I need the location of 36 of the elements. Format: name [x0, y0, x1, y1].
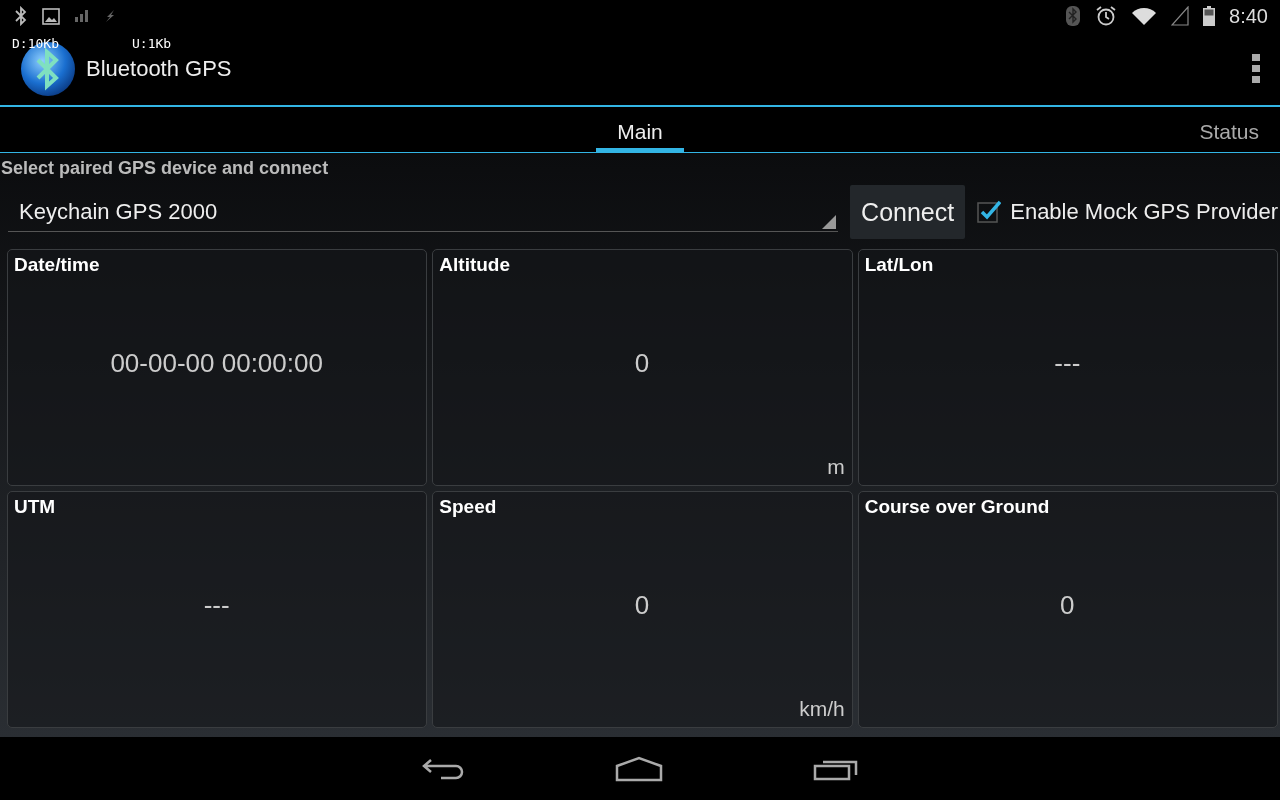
connect-button[interactable]: Connect: [850, 185, 966, 239]
panel-value: 0: [1060, 590, 1075, 621]
app-title: Bluetooth GPS: [86, 55, 232, 82]
back-icon[interactable]: [421, 756, 465, 781]
signal-icon: [74, 9, 90, 23]
alarm-clock-icon: [1095, 5, 1118, 27]
panel-title: UTM: [14, 496, 56, 518]
panel-title: Speed: [439, 496, 497, 518]
panel-value: 0: [634, 590, 650, 621]
panel-value: 0: [634, 348, 650, 379]
device-dropdown[interactable]: Keychain GPS 2000: [8, 192, 839, 232]
unit-label: m: [827, 455, 845, 479]
checkbox[interactable]: [977, 200, 1002, 224]
panel-title: Course over Ground: [864, 496, 1050, 518]
checkbox-label: Enable Mock GPS Provider: [1010, 199, 1278, 225]
upload-counter: U:1Kb: [132, 36, 172, 51]
home-icon[interactable]: [615, 755, 663, 782]
dropdown-corner-icon: [822, 215, 837, 229]
overflow-menu-icon[interactable]: [1252, 53, 1260, 84]
panel-title: Altitude: [439, 254, 511, 276]
bluetooth-icon: [1065, 5, 1082, 27]
download-counter: D:10Kb: [12, 36, 59, 51]
clock-time: 8:40: [1229, 4, 1268, 28]
image-icon: [42, 7, 60, 25]
panel-title: Date/time: [14, 254, 100, 276]
panel-title: Lat/Lon: [864, 254, 934, 276]
panel-value: 00-00-00 00:00:00: [110, 348, 323, 379]
panel-value: ---: [203, 590, 230, 621]
wifi-icon: [1131, 6, 1158, 26]
bluetooth-icon: [14, 6, 28, 26]
tab[interactable]: Status: [1178, 107, 1280, 152]
section-heading: Select paired GPS device and connect: [0, 157, 330, 180]
unit-label: km/h: [799, 697, 845, 721]
battery-icon: [1203, 6, 1216, 26]
cell-signal-icon: [1171, 6, 1190, 26]
panel-value: ---: [1054, 348, 1081, 379]
